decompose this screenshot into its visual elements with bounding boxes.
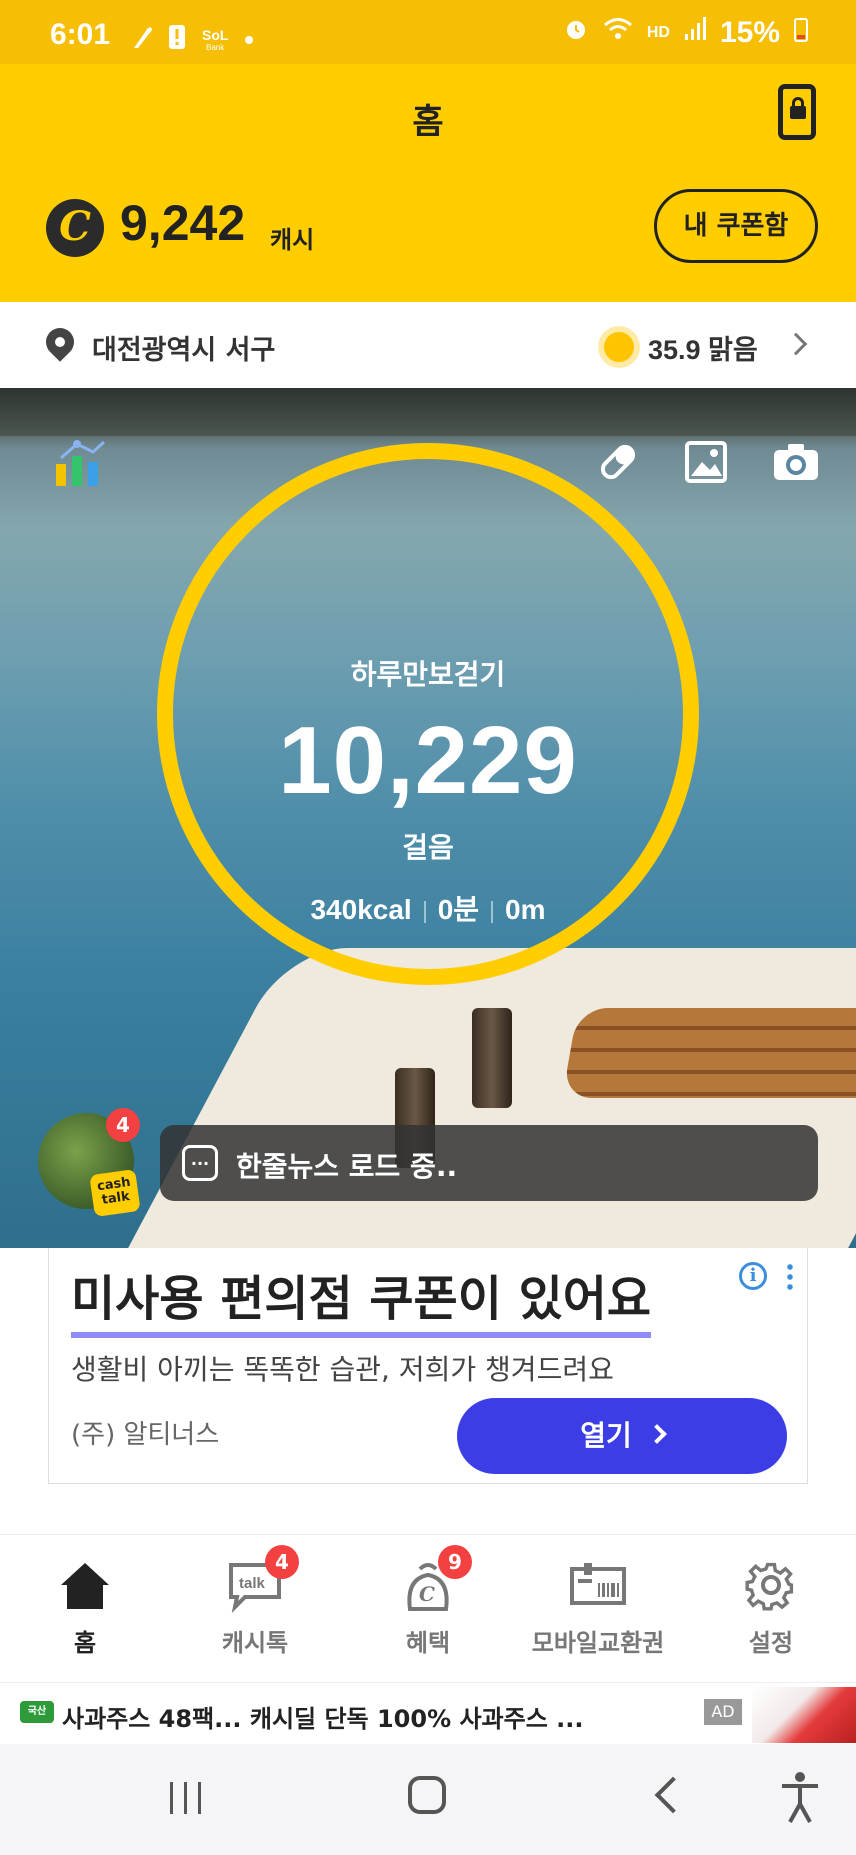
- boat-image: [64, 948, 856, 1248]
- nav-label: 캐시톡: [221, 1629, 289, 1657]
- svg-text:Bank: Bank: [206, 43, 225, 52]
- svg-text:C: C: [419, 1582, 435, 1606]
- svg-text:talk: talk: [239, 1575, 266, 1592]
- back-icon[interactable]: [654, 1776, 692, 1814]
- nav-mobile-voucher[interactable]: 모바일교환권: [513, 1555, 683, 1658]
- nav-settings[interactable]: 설정: [686, 1555, 856, 1658]
- kebab-menu-icon[interactable]: [787, 1262, 793, 1292]
- voucher-icon: [568, 1555, 628, 1615]
- product-thumbnail: [752, 1687, 856, 1743]
- cashtalk-badge: 4: [106, 1108, 140, 1142]
- chevron-right-icon: [784, 332, 808, 356]
- nav-cashtalk[interactable]: talk 4 캐시톡: [170, 1545, 340, 1658]
- app-header: 홈 C 9,242 캐시 내 쿠폰함: [0, 64, 856, 302]
- weather-text: 35.9 맑음: [648, 335, 758, 365]
- nav-label: 설정: [748, 1629, 794, 1657]
- info-icon[interactable]: i: [739, 1262, 767, 1290]
- cash-balance[interactable]: 9,242: [120, 194, 245, 252]
- status-right-icons: HD 15%: [563, 16, 808, 50]
- feather-icon: [130, 24, 154, 54]
- alert-icon: [168, 24, 186, 54]
- recent-apps-icon[interactable]: [170, 1782, 206, 1814]
- ad-label-badge: AD: [704, 1699, 742, 1725]
- home-button-icon[interactable]: [408, 1776, 446, 1814]
- accessibility-icon[interactable]: [778, 1770, 822, 1826]
- cash-unit-label: 캐시: [270, 226, 315, 254]
- nav-badge: 9: [438, 1545, 472, 1579]
- location-text: 대전광역시 서구: [92, 335, 276, 366]
- nav-benefits[interactable]: C 9 혜택: [343, 1545, 513, 1658]
- gear-icon: [741, 1555, 801, 1615]
- nav-label: 홈: [73, 1629, 97, 1657]
- ad-strip-text: 사과주스 48팩... 캐시딜 단독 100% 사과주스 ...: [62, 1705, 584, 1733]
- chevron-right-icon: [646, 1424, 667, 1444]
- bottom-nav: 홈 talk 4 캐시톡 C 9 혜택 모바일교환권 설정: [0, 1534, 856, 1682]
- signal-icon: [684, 16, 706, 50]
- nav-label: 혜택: [405, 1629, 451, 1657]
- camera-icon[interactable]: [772, 440, 818, 484]
- pedometer-hero: 하루만보걷기 10,229 걸음 340kcal 0분 0m 4 cash talk…: [0, 388, 856, 1248]
- step-count: 10,229: [278, 707, 578, 814]
- cashtalk-sticker: cash talk: [89, 1169, 141, 1217]
- ad-open-button[interactable]: 열기: [457, 1398, 787, 1474]
- battery-icon: [794, 16, 808, 50]
- svg-text:SoL: SoL: [202, 27, 229, 43]
- hero-tools: [596, 440, 818, 484]
- system-nav-bar: [0, 1744, 856, 1855]
- my-coupons-button[interactable]: 내 쿠폰함: [654, 189, 818, 263]
- sun-icon: [604, 332, 634, 362]
- location-weather-bar[interactable]: 대전광역시 서구 35.9 맑음: [0, 302, 856, 388]
- lock-screen-button[interactable]: [778, 84, 816, 140]
- nav-label: 모바일교환권: [531, 1629, 665, 1657]
- stats-chart-icon[interactable]: [52, 438, 110, 488]
- pedometer-title: 하루만보걷기: [350, 658, 506, 691]
- ad-company: (주) 알티너스: [71, 1420, 220, 1450]
- pedometer-stats: 340kcal 0분 0m: [0, 888, 856, 928]
- distance-value: 0m: [505, 894, 546, 925]
- status-notification-icons: SoL Bank: [130, 22, 254, 56]
- ad-card[interactable]: 미사용 편의점 쿠폰이 있어요 i 생활비 아끼는 똑똑한 습관, 저희가 챙겨…: [48, 1248, 808, 1484]
- bottom-ad-banner[interactable]: 국산 사과주스 48팩... 캐시딜 단독 100% 사과주스 ... AD: [0, 1682, 856, 1744]
- talk-icon: talk 4: [225, 1545, 299, 1615]
- kcal-value: 340kcal: [310, 894, 412, 925]
- minutes-value: 0분: [437, 894, 480, 925]
- news-text: 한줄뉴스 로드 중..: [236, 1150, 458, 1183]
- dot-icon: [244, 30, 254, 49]
- cash-coin-icon: C: [46, 199, 104, 257]
- status-bar: 6:01 SoL Bank HD 15%: [0, 0, 856, 64]
- wifi-icon: [603, 16, 633, 50]
- location-pin-icon: [40, 322, 80, 362]
- bank-app-icon: SoL Bank: [200, 22, 230, 56]
- ad-subtitle: 생활비 아끼는 똑똑한 습관, 저희가 챙겨드려요: [71, 1353, 614, 1386]
- more-dots-icon: ...: [182, 1145, 218, 1181]
- brand-logo: 국산: [20, 1701, 54, 1723]
- pill-icon[interactable]: [596, 440, 640, 484]
- step-unit: 걸음: [402, 831, 454, 864]
- nav-badge: 4: [265, 1545, 299, 1579]
- gallery-icon[interactable]: [684, 440, 728, 484]
- status-time: 6:01: [50, 18, 111, 51]
- benefit-bag-icon: C 9: [398, 1545, 472, 1615]
- hd-voice-label: HD: [646, 24, 670, 41]
- alarm-icon: [563, 16, 589, 50]
- home-icon: [55, 1555, 115, 1615]
- news-ticker[interactable]: ... 한줄뉴스 로드 중..: [160, 1125, 818, 1201]
- battery-percent: 15%: [719, 16, 780, 49]
- page-title: 홈: [412, 102, 444, 142]
- nav-home[interactable]: 홈: [0, 1555, 170, 1658]
- ad-title: 미사용 편의점 쿠폰이 있어요: [71, 1270, 652, 1338]
